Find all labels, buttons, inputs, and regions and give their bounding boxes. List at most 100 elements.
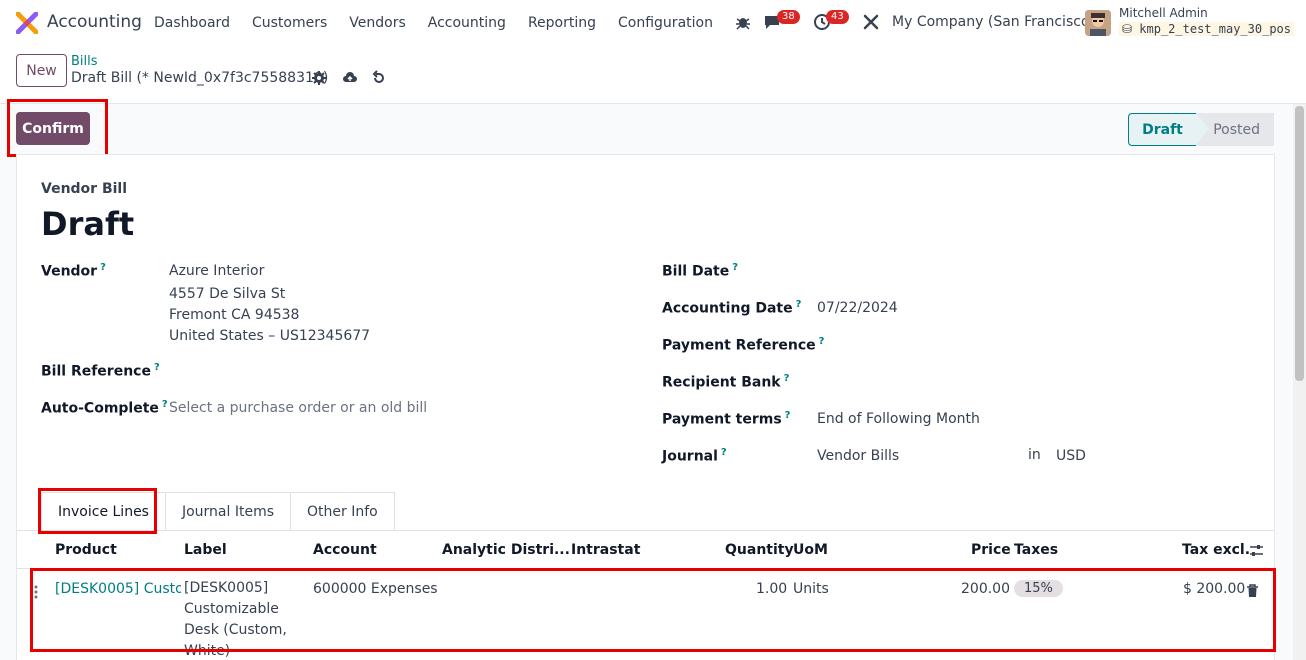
- bill-reference-label-text: Bill Reference: [41, 363, 151, 380]
- company-switcher[interactable]: My Company (San Francisco): [892, 14, 1095, 30]
- payment-reference-label: Payment Reference?: [662, 336, 824, 354]
- recipient-bank-label: Recipient Bank?: [662, 373, 789, 391]
- col-analytic[interactable]: Analytic Distri...: [442, 542, 570, 558]
- recipient-bank-input[interactable]: [817, 373, 1077, 393]
- line-account[interactable]: 600000 Expenses: [313, 581, 438, 597]
- accounting-date-input[interactable]: 07/22/2024: [817, 300, 898, 316]
- col-account[interactable]: Account: [313, 542, 377, 558]
- journal-input[interactable]: Vendor Bills: [817, 448, 899, 464]
- messages-badge: 38: [777, 10, 800, 24]
- breadcrumb-bills[interactable]: Bills: [71, 54, 98, 69]
- drag-handle-icon[interactable]: [33, 584, 39, 600]
- bug-icon[interactable]: [734, 13, 752, 31]
- user-avatar[interactable]: [1085, 10, 1111, 36]
- line-tax-excl: $ 200.00: [1183, 581, 1246, 597]
- line-uom[interactable]: Units: [793, 581, 829, 597]
- accounting-date-label-text: Accounting Date: [662, 300, 793, 317]
- menu-configuration[interactable]: Configuration: [607, 15, 724, 31]
- bill-date-input[interactable]: [817, 262, 1077, 282]
- payment-terms-label: Payment terms?: [662, 410, 790, 428]
- col-uom[interactable]: UoM: [793, 542, 828, 558]
- payment-reference-input[interactable]: [817, 336, 1077, 356]
- tab-journal-items[interactable]: Journal Items: [164, 492, 292, 530]
- vendor-name[interactable]: Azure Interior: [169, 263, 264, 279]
- accounting-app-icon[interactable]: [16, 12, 38, 34]
- bill-date-label: Bill Date?: [662, 262, 738, 280]
- recipient-bank-help-icon[interactable]: ?: [784, 373, 790, 384]
- auto-complete-label: Auto-Complete?: [41, 399, 168, 417]
- menu-customers[interactable]: Customers: [241, 15, 338, 31]
- line-product[interactable]: [DESK0005] Customizable Desk (Custom, Wh…: [55, 581, 181, 597]
- bill-reference-help-icon[interactable]: ?: [154, 362, 160, 373]
- line-label-4: White): [184, 643, 231, 659]
- trash-icon[interactable]: [1246, 584, 1259, 598]
- journal-help-icon[interactable]: ?: [721, 447, 727, 458]
- vendor-street: 4557 De Silva St: [169, 286, 286, 302]
- col-label[interactable]: Label: [184, 542, 227, 558]
- bill-date-help-icon[interactable]: ?: [732, 262, 738, 273]
- bill-reference-label: Bill Reference?: [41, 362, 160, 380]
- move-type-label: Vendor Bill: [41, 181, 128, 197]
- tab-other-info[interactable]: Other Info: [290, 492, 395, 530]
- cloud-upload-icon[interactable]: [342, 70, 358, 86]
- currency-input[interactable]: USD: [1056, 448, 1086, 464]
- accounting-date-label: Accounting Date?: [662, 299, 801, 317]
- discard-icon[interactable]: [371, 70, 387, 86]
- database-label: kmp_2_test_may_30_pos: [1139, 22, 1291, 36]
- payment-terms-label-text: Payment terms: [662, 411, 782, 428]
- vendor-label: Vendor?: [41, 262, 106, 280]
- auto-complete-label-text: Auto-Complete: [41, 400, 159, 417]
- line-label-3: Desk (Custom,: [184, 622, 287, 638]
- payment-reference-label-text: Payment Reference: [662, 337, 816, 354]
- status-draft[interactable]: Draft: [1128, 113, 1209, 146]
- vendor-city: Fremont CA 94538: [169, 307, 300, 323]
- menu-reporting[interactable]: Reporting: [517, 15, 607, 31]
- line-label-1: [DESK0005]: [184, 580, 269, 596]
- column-settings-icon[interactable]: [1249, 543, 1264, 558]
- accounting-date-help-icon[interactable]: ?: [796, 299, 802, 310]
- database-name: ⛁ kmp_2_test_may_30_pos: [1119, 22, 1294, 36]
- app-name[interactable]: Accounting: [47, 12, 142, 32]
- col-intrastat[interactable]: Intrastat: [571, 542, 640, 558]
- col-product[interactable]: Product: [55, 542, 117, 558]
- vendor-label-text: Vendor: [41, 263, 98, 280]
- tab-invoice-lines[interactable]: Invoice Lines: [41, 492, 166, 530]
- menu-vendors[interactable]: Vendors: [338, 15, 416, 31]
- line-label-2: Customizable: [184, 601, 279, 617]
- main-menu: Dashboard Customers Vendors Accounting R…: [143, 0, 724, 46]
- line-tax-badge[interactable]: 15%: [1014, 580, 1063, 597]
- col-price[interactable]: Price: [971, 542, 1011, 558]
- col-quantity[interactable]: Quantity: [725, 542, 794, 558]
- line-price[interactable]: 200.00: [961, 581, 1010, 597]
- new-button[interactable]: New: [16, 54, 67, 87]
- user-name[interactable]: Mitchell Admin: [1119, 6, 1208, 20]
- status-bar: Draft Posted: [1128, 113, 1274, 146]
- bill-date-label-text: Bill Date: [662, 263, 730, 280]
- auto-complete-input[interactable]: Select a purchase order or an old bill: [169, 400, 427, 416]
- payment-terms-input[interactable]: End of Following Month: [817, 411, 980, 427]
- bill-title: Draft: [41, 205, 135, 243]
- scrollbar-thumb[interactable]: [1295, 106, 1304, 381]
- line-label[interactable]: [DESK0005] Customizable Desk (Custom, Wh…: [184, 578, 287, 660]
- line-quantity[interactable]: 1.00: [756, 581, 787, 597]
- tools-icon[interactable]: [862, 13, 880, 31]
- tabs-divider: [17, 530, 1274, 531]
- journal-in-text: in: [1028, 447, 1041, 463]
- notebook-tabs: Invoice Lines Journal Items Other Info: [41, 492, 395, 530]
- vendor-help-icon[interactable]: ?: [100, 262, 106, 273]
- col-tax-excl[interactable]: Tax excl.: [1182, 542, 1250, 558]
- menu-accounting[interactable]: Accounting: [417, 15, 517, 31]
- bill-reference-input[interactable]: [169, 362, 609, 382]
- payment-terms-help-icon[interactable]: ?: [785, 410, 791, 421]
- confirm-button[interactable]: Confirm: [16, 112, 90, 145]
- menu-dashboard[interactable]: Dashboard: [143, 15, 241, 31]
- auto-complete-help-icon[interactable]: ?: [162, 399, 168, 410]
- journal-label: Journal?: [662, 447, 727, 465]
- gear-icon[interactable]: [311, 70, 327, 86]
- journal-label-text: Journal: [662, 448, 718, 465]
- record-name: Draft Bill (* NewId_0x7f3c75588310): [71, 70, 329, 86]
- avatar-icon: [1085, 10, 1111, 36]
- top-navbar: Accounting Dashboard Customers Vendors A…: [0, 0, 1306, 46]
- table-header-divider: [17, 568, 1274, 569]
- col-taxes[interactable]: Taxes: [1014, 542, 1058, 558]
